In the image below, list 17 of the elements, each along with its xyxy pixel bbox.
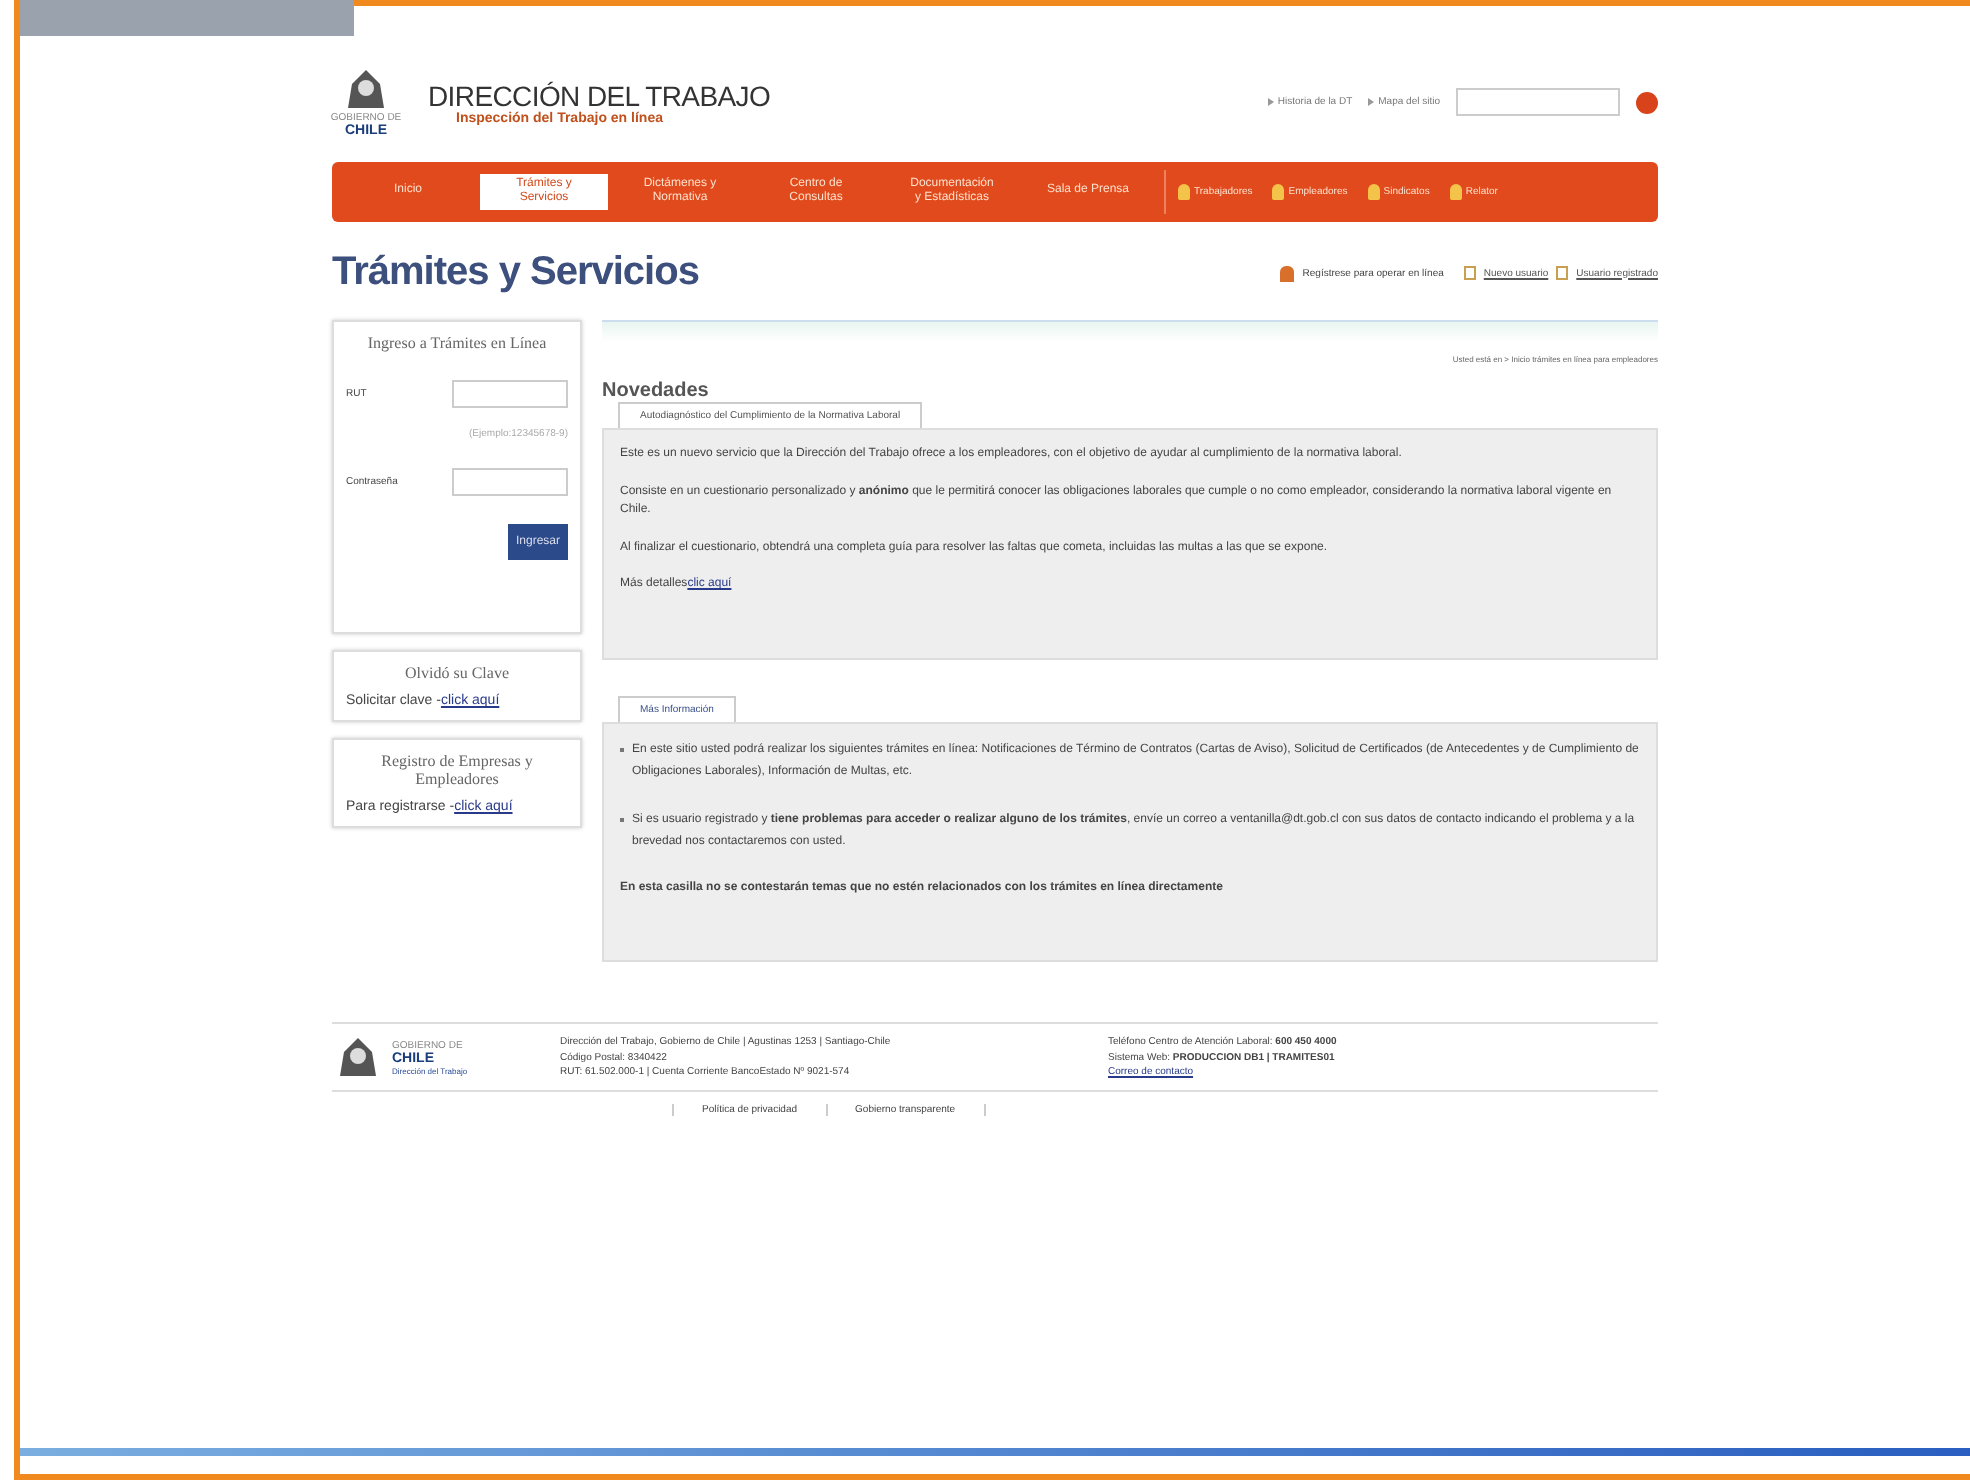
arrow-icon xyxy=(1267,98,1274,106)
panel-title: Olvidó su Clave xyxy=(403,664,511,682)
page-title: Trámites y Servicios xyxy=(332,250,699,296)
person-icon xyxy=(1272,184,1285,200)
site-title: DIRECCIÓN DEL TRABAJO xyxy=(428,79,771,111)
person-icon xyxy=(1178,184,1190,200)
section-heading: Novedades xyxy=(602,380,711,402)
panel-title: Registro de Empresas y Empleadores xyxy=(379,752,535,788)
search-icon[interactable] xyxy=(1636,91,1658,113)
search-field[interactable] xyxy=(1456,88,1620,116)
arrow-icon xyxy=(1368,98,1375,106)
person-icon xyxy=(1449,184,1462,200)
password-field[interactable] xyxy=(452,468,568,496)
person-icon xyxy=(1280,265,1295,281)
person-icon xyxy=(1367,184,1380,200)
panel-title: Ingreso a Trámites en Línea xyxy=(365,334,549,352)
rut-field[interactable] xyxy=(452,380,568,408)
